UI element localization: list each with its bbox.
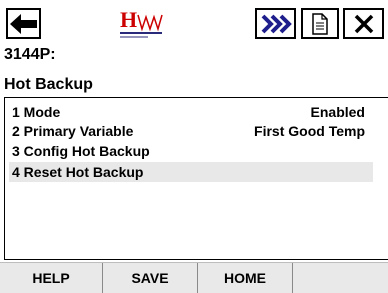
double-chevron-right-icon [261,14,292,33]
hart-logo: H [120,7,163,38]
document-button[interactable] [301,8,339,39]
menu-item-value: Enabled [310,104,365,120]
menu-list: 1 Mode Enabled 2 Primary Variable First … [4,97,388,260]
footer-bar: HELP SAVE HOME [0,262,388,293]
save-button[interactable]: SAVE [103,263,198,293]
close-button[interactable] [343,8,384,39]
svg-text:H: H [120,7,137,32]
back-button[interactable] [6,8,41,39]
left-arrow-icon [9,13,37,34]
page-title: Hot Backup [4,76,93,93]
menu-item-primary-variable[interactable]: 2 Primary Variable First Good Temp [9,121,373,141]
menu-item-label: 3 Config Hot Backup [12,143,150,159]
menu-item-reset-hot-backup[interactable]: 4 Reset Hot Backup [9,162,373,182]
fast-forward-button[interactable] [255,8,296,39]
menu-item-mode[interactable]: 1 Mode Enabled [9,102,373,122]
menu-item-label: 4 Reset Hot Backup [12,164,144,180]
help-button[interactable]: HELP [0,263,103,293]
menu-item-label: 1 Mode [12,104,61,120]
device-label: 3144P: [4,46,56,63]
menu-item-config-hot-backup[interactable]: 3 Config Hot Backup [9,141,373,161]
menu-item-value: First Good Temp [254,123,365,139]
close-icon [354,14,373,33]
home-button[interactable]: HOME [198,263,293,293]
document-icon [312,12,328,35]
menu-item-label: 2 Primary Variable [12,123,134,139]
